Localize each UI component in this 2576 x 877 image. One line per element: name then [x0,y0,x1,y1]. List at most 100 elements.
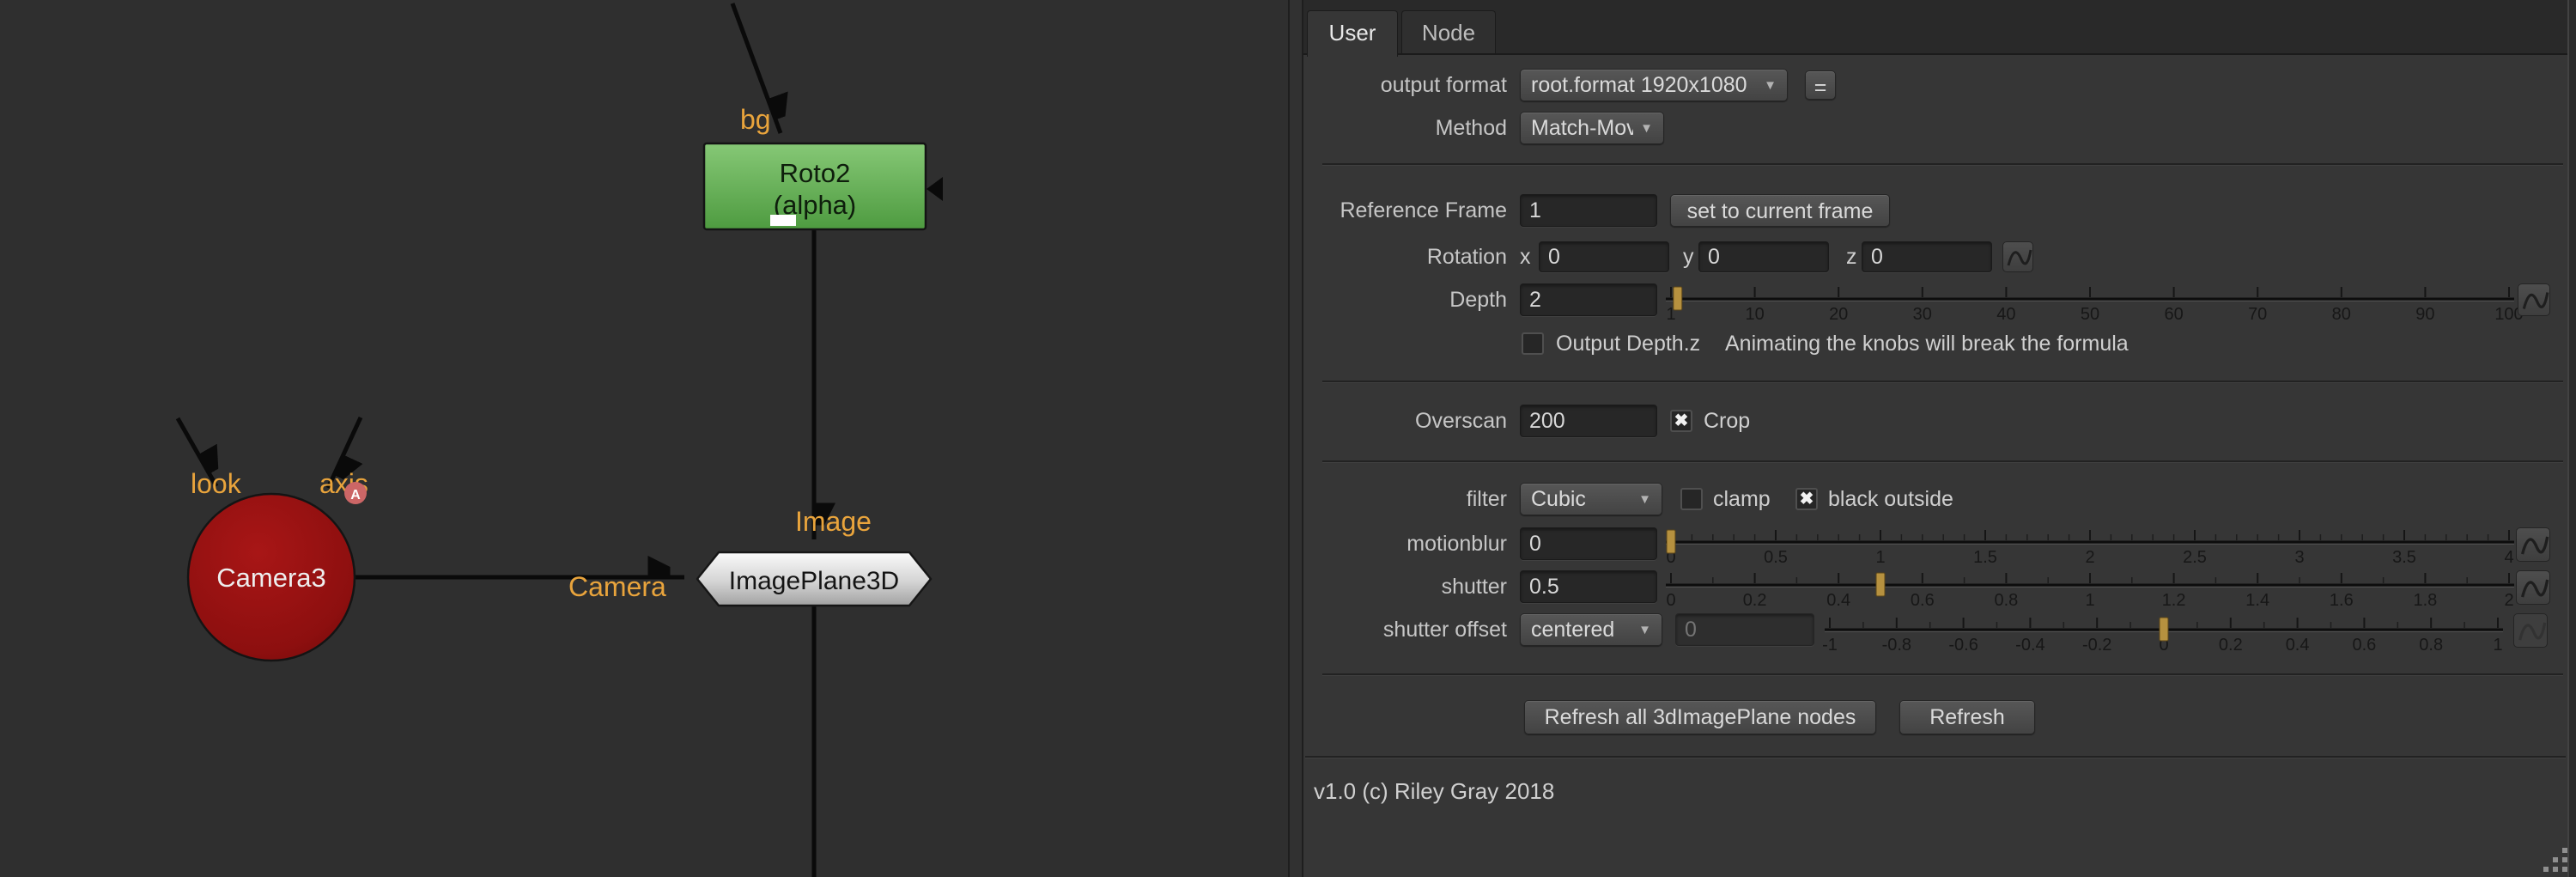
svg-text:80: 80 [2332,305,2351,324]
node-roto2-title: Roto2 [780,158,851,188]
svg-text:3: 3 [2294,548,2304,567]
refresh-button[interactable]: Refresh [1899,700,2035,734]
filter-value: Cubic [1531,487,1631,512]
output-format-dropdown[interactable]: root.format 1920x1080 ▼ [1520,69,1788,101]
svg-text:1: 1 [2493,636,2502,655]
animation-curve-button[interactable] [2002,241,2033,272]
motionblur-label: motionblur [1288,527,1507,560]
depth-input[interactable] [1520,283,1657,316]
node-camera3-title: Camera3 [216,563,326,593]
rotation-label: Rotation [1288,241,1507,272]
panel-right-edge [2569,0,2576,877]
wire-label-look: look [191,468,242,499]
output-depthz-checkbox[interactable] [1522,332,1544,355]
svg-text:90: 90 [2415,305,2434,324]
shutter-offset-label: shutter offset [1288,613,1507,646]
animation-curve-button[interactable] [2516,527,2550,562]
overscan-input[interactable] [1520,405,1657,437]
svg-text:1.2: 1.2 [2162,591,2186,610]
filter-dropdown[interactable]: Cubic ▼ [1520,483,1662,515]
rotation-x-label: x [1520,241,1531,272]
black-outside-label: black outside [1828,483,1953,515]
filter-label: filter [1288,483,1507,515]
node-imageplane3d[interactable]: ImagePlane3D [697,552,931,606]
depth-label: Depth [1288,283,1507,316]
refresh-all-button[interactable]: Refresh all 3dImagePlane nodes [1524,700,1876,734]
output-depthz-note: Animating the knobs will break the formu… [1725,331,2129,356]
output-depthz-label: Output Depth.z [1556,331,1700,356]
node-roto2[interactable]: Roto2 (alpha) [704,143,943,229]
svg-text:0: 0 [1666,591,1675,610]
tab-node[interactable]: Node [1401,10,1496,53]
reference-frame-label: Reference Frame [1288,194,1507,227]
svg-text:-0.2: -0.2 [2082,636,2111,655]
shutter-offset-slider[interactable]: -1-0.8-0.6-0.4-0.200.20.40.60.81 [1825,613,2503,653]
overscan-label: Overscan [1288,405,1507,437]
crop-checkbox[interactable]: ✖ [1670,410,1692,432]
output-format-equals-button[interactable]: = [1805,70,1836,100]
svg-text:0.8: 0.8 [1994,591,2018,610]
motionblur-input[interactable] [1520,527,1657,560]
shutter-label: shutter [1288,570,1507,603]
shutter-input[interactable] [1520,570,1657,603]
section-divider [1322,460,2563,462]
chevron-down-icon: ▼ [1638,623,1651,637]
shutter-offset-dropdown[interactable]: centered ▼ [1520,613,1662,646]
svg-text:-0.8: -0.8 [1882,636,1911,655]
tab-user[interactable]: User [1307,10,1398,57]
method-dropdown[interactable]: Match-Move ▼ [1520,112,1664,144]
node-camera3[interactable]: Camera3 [188,494,355,661]
section-divider [1305,756,2566,758]
properties-panel: User Node output format root.format 1920… [1288,0,2576,877]
rotation-z-label: z [1846,241,1857,272]
clamp-label: clamp [1713,483,1771,515]
tab-strip-border [1303,53,2576,55]
node-imageplane3d-title: ImagePlane3D [729,567,899,595]
depth-slider[interactable]: 1102030405060708090100 [1666,283,2514,323]
svg-text:2: 2 [2504,591,2513,610]
svg-text:0.4: 0.4 [1826,591,1850,610]
svg-text:40: 40 [1996,305,2015,324]
set-current-frame-button[interactable]: set to current frame [1670,194,1890,227]
clamp-checkbox[interactable] [1680,488,1703,510]
svg-text:1: 1 [2085,591,2094,610]
svg-text:0.8: 0.8 [2419,636,2443,655]
rotation-y-input[interactable] [1698,241,1829,272]
rotation-y-label: y [1683,241,1694,272]
node-roto2-indicator [770,215,796,226]
rotation-x-input[interactable] [1539,241,1669,272]
method-value: Match-Move [1531,116,1633,141]
svg-text:0.6: 0.6 [1911,591,1935,610]
animation-curve-button[interactable] [2516,570,2550,605]
panel-right-border [2567,0,2569,877]
section-divider [1322,381,2563,382]
svg-text:0.5: 0.5 [1764,548,1788,567]
resize-grip[interactable] [2562,848,2567,853]
node-graph-canvas[interactable]: Roto2 (alpha) ImagePlane3D Camera3 bg lo… [0,0,1288,877]
svg-text:0.4: 0.4 [2286,636,2310,655]
svg-text:0.6: 0.6 [2352,636,2376,655]
svg-text:-1: -1 [1822,636,1838,655]
svg-text:-0.6: -0.6 [1948,636,1978,655]
svg-text:2.5: 2.5 [2183,548,2207,567]
node-roto2-mask-input-arrow[interactable] [927,177,943,201]
black-outside-checkbox[interactable]: ✖ [1795,488,1818,510]
animation-curve-button[interactable] [2518,283,2550,316]
wire-label-bg: bg [740,104,771,135]
reference-frame-input[interactable] [1520,194,1657,227]
chevron-down-icon: ▼ [1640,121,1653,136]
svg-text:70: 70 [2248,305,2267,324]
svg-text:20: 20 [1829,305,1848,324]
output-format-label: output format [1288,69,1507,101]
svg-text:50: 50 [2081,305,2099,324]
svg-text:2: 2 [2085,548,2094,567]
motionblur-slider[interactable]: 00.511.522.533.54 [1666,527,2514,565]
wire-label-image: Image [795,506,872,537]
shutter-slider[interactable]: 00.20.40.60.811.21.41.61.82 [1666,570,2514,608]
rotation-z-input[interactable] [1862,241,1992,272]
shutter-offset-amount-input[interactable] [1675,613,1814,646]
svg-text:30: 30 [1913,305,1932,324]
svg-text:1.8: 1.8 [2413,591,2437,610]
crop-label: Crop [1704,405,1750,437]
animation-badge-letter: A [350,488,361,502]
